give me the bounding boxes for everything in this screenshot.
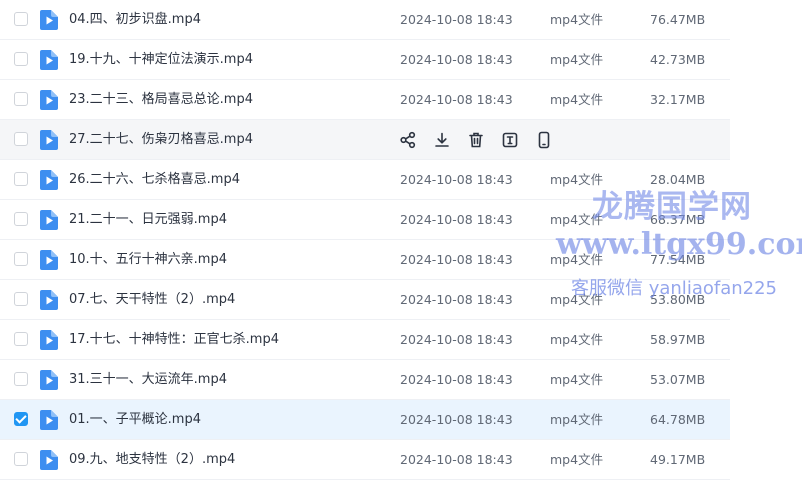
video-file-icon: [40, 410, 58, 430]
file-type: mp4文件: [550, 172, 604, 187]
file-name[interactable]: 01.一、子平概论.mp4: [69, 400, 201, 440]
file-size: 64.78MB: [650, 412, 706, 427]
video-file-icon: [40, 90, 58, 110]
file-name[interactable]: 10.十、五行十神六亲.mp4: [69, 240, 227, 280]
file-date: 2024-10-08 18:43: [400, 452, 513, 467]
file-row[interactable]: 19.十九、十神定位法演示.mp4 2024-10-08 18:43 mp4文件 42…: [0, 40, 730, 80]
row-checkbox[interactable]: [14, 292, 28, 306]
row-checkbox[interactable]: [14, 452, 28, 466]
file-size: 58.97MB: [650, 332, 706, 347]
file-name[interactable]: 27.二十七、伤枭刃格喜忌.mp4: [69, 120, 253, 160]
file-row[interactable]: 01.一、子平概论.mp4 2024-10-08 18:43 mp4文件 64.78M…: [0, 400, 730, 440]
file-type: mp4文件: [550, 12, 604, 27]
row-checkbox[interactable]: [14, 132, 28, 146]
file-date: 2024-10-08 18:43: [400, 172, 513, 187]
file-row[interactable]: 26.二十六、七杀格喜忌.mp4 2024-10-08 18:43 mp4文件 28.…: [0, 160, 730, 200]
file-name[interactable]: 21.二十一、日元强弱.mp4: [69, 200, 227, 240]
file-type: mp4文件: [550, 252, 604, 267]
file-date: 2024-10-08 18:43: [400, 92, 513, 107]
row-checkbox[interactable]: [14, 372, 28, 386]
video-file-icon: [40, 10, 58, 30]
file-size: 32.17MB: [650, 92, 706, 107]
file-row[interactable]: 31.三十一、大运流年.mp4 2024-10-08 18:43 mp4文件 53.0…: [0, 360, 730, 400]
file-name[interactable]: 09.九、地支特性（2）.mp4: [69, 440, 235, 480]
file-type: mp4文件: [550, 332, 604, 347]
file-date: 2024-10-08 18:43: [400, 412, 513, 427]
file-name[interactable]: 07.七、天干特性（2）.mp4: [69, 280, 235, 320]
file-size: 49.17MB: [650, 452, 706, 467]
video-file-icon: [40, 370, 58, 390]
video-file-icon: [40, 50, 58, 70]
file-name[interactable]: 17.十七、十神特性：正官七杀.mp4: [69, 320, 279, 360]
row-checkbox[interactable]: [14, 332, 28, 346]
download-icon[interactable]: [432, 130, 452, 150]
file-row[interactable]: 17.十七、十神特性：正官七杀.mp4 2024-10-08 18:43 mp4文件…: [0, 320, 730, 360]
video-file-icon: [40, 450, 58, 470]
file-date: 2024-10-08 18:43: [400, 12, 513, 27]
share-icon[interactable]: [398, 130, 418, 150]
file-date: 2024-10-08 18:43: [400, 52, 513, 67]
file-name[interactable]: 31.三十一、大运流年.mp4: [69, 360, 227, 400]
file-type: mp4文件: [550, 292, 604, 307]
file-type: mp4文件: [550, 412, 604, 427]
row-checkbox[interactable]: [14, 172, 28, 186]
file-size: 53.07MB: [650, 372, 706, 387]
file-size: 68.37MB: [650, 212, 706, 227]
file-list-page: 04.四、初步识盘.mp4 2024-10-08 18:43 mp4文件 76.47M…: [0, 0, 802, 490]
file-size: 77.54MB: [650, 252, 706, 267]
file-date: 2024-10-08 18:43: [400, 292, 513, 307]
video-file-icon: [40, 290, 58, 310]
file-date: 2024-10-08 18:43: [400, 372, 513, 387]
file-row[interactable]: 27.二十七、伤枭刃格喜忌.mp4: [0, 120, 730, 160]
row-checkbox[interactable]: [14, 212, 28, 226]
row-checkbox[interactable]: [14, 52, 28, 66]
file-row[interactable]: 23.二十三、格局喜忌总论.mp4 2024-10-08 18:43 mp4文件 32…: [0, 80, 730, 120]
video-file-icon: [40, 170, 58, 190]
file-list: 04.四、初步识盘.mp4 2024-10-08 18:43 mp4文件 76.47M…: [0, 0, 730, 480]
file-type: mp4文件: [550, 212, 604, 227]
delete-icon[interactable]: [466, 130, 486, 150]
file-name[interactable]: 26.二十六、七杀格喜忌.mp4: [69, 160, 240, 200]
phone-icon[interactable]: [534, 130, 554, 150]
file-row[interactable]: 21.二十一、日元强弱.mp4 2024-10-08 18:43 mp4文件 68.3…: [0, 200, 730, 240]
file-size: 76.47MB: [650, 12, 706, 27]
file-name[interactable]: 23.二十三、格局喜忌总论.mp4: [69, 80, 253, 120]
file-row[interactable]: 07.七、天干特性（2）.mp4 2024-10-08 18:43 mp4文件 53.…: [0, 280, 730, 320]
file-size: 28.04MB: [650, 172, 706, 187]
file-name[interactable]: 19.十九、十神定位法演示.mp4: [69, 40, 253, 80]
file-size: 53.80MB: [650, 292, 706, 307]
file-size: 42.73MB: [650, 52, 706, 67]
video-file-icon: [40, 130, 58, 150]
file-date: 2024-10-08 18:43: [400, 212, 513, 227]
file-row[interactable]: 04.四、初步识盘.mp4 2024-10-08 18:43 mp4文件 76.47M…: [0, 0, 730, 40]
row-checkbox[interactable]: [14, 412, 28, 426]
rename-icon[interactable]: [500, 130, 520, 150]
file-type: mp4文件: [550, 92, 604, 107]
video-file-icon: [40, 210, 58, 230]
file-row[interactable]: 09.九、地支特性（2）.mp4 2024-10-08 18:43 mp4文件 49.…: [0, 440, 730, 480]
file-row[interactable]: 10.十、五行十神六亲.mp4 2024-10-08 18:43 mp4文件 77.5…: [0, 240, 730, 280]
row-checkbox[interactable]: [14, 252, 28, 266]
file-type: mp4文件: [550, 372, 604, 387]
row-checkbox[interactable]: [14, 12, 28, 26]
file-date: 2024-10-08 18:43: [400, 332, 513, 347]
file-type: mp4文件: [550, 52, 604, 67]
video-file-icon: [40, 330, 58, 350]
row-checkbox[interactable]: [14, 92, 28, 106]
file-date: 2024-10-08 18:43: [400, 252, 513, 267]
file-type: mp4文件: [550, 452, 604, 467]
video-file-icon: [40, 250, 58, 270]
file-name[interactable]: 04.四、初步识盘.mp4: [69, 0, 201, 40]
